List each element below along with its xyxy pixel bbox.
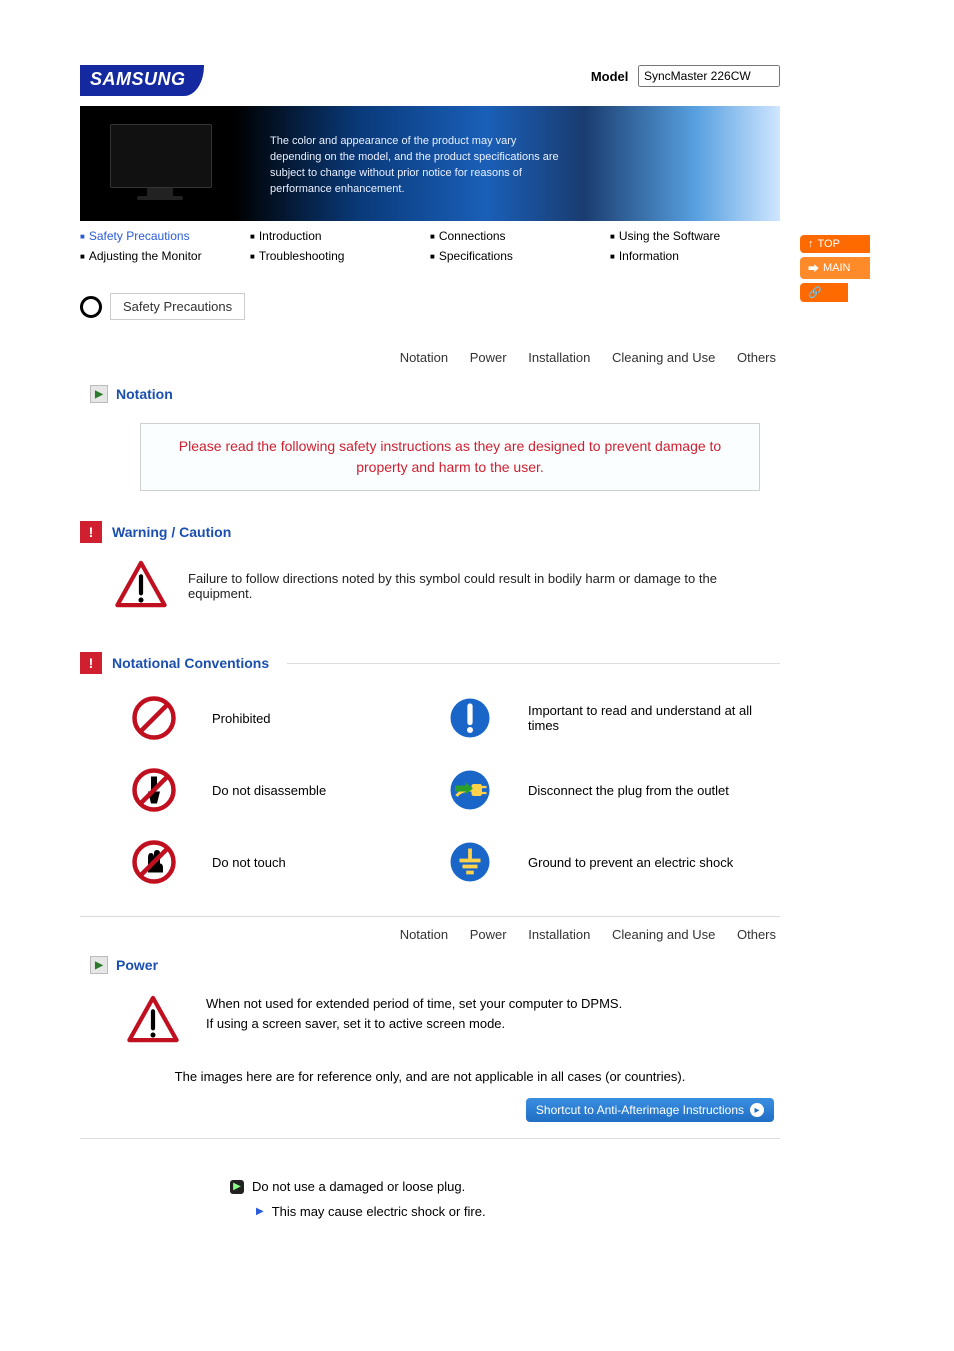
subnav-installation[interactable]: Installation bbox=[528, 927, 590, 942]
subnav-others[interactable]: Others bbox=[737, 350, 776, 365]
bookmark-icon: 🔗 bbox=[808, 286, 822, 299]
nav-label: Safety Precautions bbox=[89, 229, 190, 243]
warning-text: Failure to follow directions noted by th… bbox=[188, 571, 780, 601]
hero-text: The color and appearance of the product … bbox=[270, 134, 570, 198]
arrow-up-icon bbox=[808, 238, 814, 250]
subnav-top: Notation Power Installation Cleaning and… bbox=[80, 350, 780, 365]
unplug-icon bbox=[430, 766, 510, 814]
bullet-icon: ▶ bbox=[230, 1180, 244, 1194]
nav-troubleshooting[interactable]: ■Troubleshooting bbox=[250, 249, 430, 263]
subnav-cleaning-use[interactable]: Cleaning and Use bbox=[612, 927, 715, 942]
power-intro-text: When not used for extended period of tim… bbox=[206, 994, 622, 1033]
important-icon bbox=[430, 694, 510, 742]
conventions-grid: Prohibited Important to read and underst… bbox=[114, 694, 780, 886]
subheading-warning: ! Warning / Caution bbox=[80, 521, 780, 543]
nav-label: Adjusting the Monitor bbox=[89, 249, 202, 263]
heading-notation: ▶ Notation bbox=[90, 385, 780, 403]
side-tab-label: TOP bbox=[818, 238, 840, 250]
main-nav: ■Safety Precautions ■Introduction ■Conne… bbox=[80, 221, 780, 273]
convention-label: Do not touch bbox=[212, 855, 412, 870]
nav-using-software[interactable]: ■Using the Software bbox=[610, 229, 780, 243]
divider bbox=[287, 663, 780, 664]
section-chip: Safety Precautions bbox=[80, 293, 780, 320]
side-tab-label: MAIN bbox=[823, 262, 851, 274]
convention-label: Ground to prevent an electric shock bbox=[528, 855, 780, 870]
disassemble-icon bbox=[114, 766, 194, 814]
subnav-power[interactable]: Power bbox=[470, 350, 507, 365]
power-intro-row: When not used for extended period of tim… bbox=[126, 994, 780, 1049]
convention-label: Disconnect the plug from the outlet bbox=[528, 783, 780, 798]
warning-row: Failure to follow directions noted by th… bbox=[114, 559, 780, 612]
reference-note: The images here are for reference only, … bbox=[80, 1069, 780, 1084]
heading-power: ▶ Power bbox=[90, 956, 780, 974]
subnav-cleaning-use[interactable]: Cleaning and Use bbox=[612, 350, 715, 365]
subnav-notation[interactable]: Notation bbox=[400, 350, 448, 365]
nav-label: Information bbox=[619, 249, 679, 263]
model-input[interactable] bbox=[638, 65, 780, 87]
subnav-notation[interactable]: Notation bbox=[400, 927, 448, 942]
nav-introduction[interactable]: ■Introduction bbox=[250, 229, 430, 243]
convention-label: Prohibited bbox=[212, 711, 412, 726]
brand-logo: SAMSUNG bbox=[80, 65, 204, 96]
shortcut-label: Shortcut to Anti-Afterimage Instructions bbox=[536, 1103, 744, 1117]
side-tab-main[interactable]: MAIN bbox=[800, 257, 870, 279]
subheading-conventions: ! Notational Conventions bbox=[80, 652, 780, 674]
exclamation-icon: ! bbox=[80, 521, 102, 543]
nav-safety-precautions[interactable]: ■Safety Precautions bbox=[80, 229, 250, 243]
subnav-power[interactable]: Power bbox=[470, 927, 507, 942]
warning-triangle-icon bbox=[114, 559, 168, 612]
power-tip-block: ▶ Do not use a damaged or loose plug. ▶ … bbox=[230, 1179, 780, 1219]
nav-information[interactable]: ■Information bbox=[610, 249, 780, 263]
anti-afterimage-shortcut[interactable]: Shortcut to Anti-Afterimage Instructions… bbox=[526, 1098, 774, 1122]
play-icon: ▶ bbox=[90, 956, 108, 974]
exclamation-icon: ! bbox=[80, 652, 102, 674]
arrow-right-icon bbox=[808, 260, 819, 276]
safety-banner: Please read the following safety instruc… bbox=[140, 423, 760, 491]
tip-subtext: This may cause electric shock or fire. bbox=[272, 1204, 486, 1219]
subheading-text: Warning / Caution bbox=[112, 524, 231, 540]
play-icon: ▶ bbox=[90, 385, 108, 403]
nav-label: Using the Software bbox=[619, 229, 720, 243]
nav-specifications[interactable]: ■Specifications bbox=[430, 249, 610, 263]
prohibited-icon bbox=[114, 694, 194, 742]
heading-text: Notation bbox=[116, 386, 173, 402]
subnav-bottom: Notation Power Installation Cleaning and… bbox=[80, 927, 780, 942]
convention-label: Important to read and understand at all … bbox=[528, 703, 780, 733]
subheading-text: Notational Conventions bbox=[112, 655, 269, 671]
heading-text: Power bbox=[116, 957, 158, 973]
ground-icon bbox=[430, 838, 510, 886]
divider bbox=[80, 916, 780, 917]
divider bbox=[80, 1138, 780, 1139]
nav-adjusting-monitor[interactable]: ■Adjusting the Monitor bbox=[80, 249, 250, 263]
nav-label: Connections bbox=[439, 229, 506, 243]
warning-triangle-icon bbox=[126, 994, 180, 1049]
side-tab-top[interactable]: TOP bbox=[800, 235, 870, 253]
subnav-installation[interactable]: Installation bbox=[528, 350, 590, 365]
tip-text: Do not use a damaged or loose plug. bbox=[252, 1179, 465, 1194]
hero-banner: The color and appearance of the product … bbox=[80, 106, 780, 221]
model-label: Model bbox=[591, 69, 629, 84]
nav-label: Specifications bbox=[439, 249, 513, 263]
arrow-circle-icon: ▸ bbox=[750, 1103, 764, 1117]
nav-connections[interactable]: ■Connections bbox=[430, 229, 610, 243]
model-row: Model bbox=[591, 65, 780, 87]
monitor-image bbox=[110, 124, 210, 194]
notouch-icon bbox=[114, 838, 194, 886]
side-quick-tabs: TOP MAIN 🔗 bbox=[800, 235, 870, 302]
triangle-icon: ▶ bbox=[256, 1206, 264, 1217]
convention-label: Do not disassemble bbox=[212, 783, 412, 798]
section-chip-label: Safety Precautions bbox=[110, 293, 245, 320]
side-tab-bookmark[interactable]: 🔗 bbox=[800, 283, 848, 302]
nav-label: Troubleshooting bbox=[259, 249, 345, 263]
subnav-others[interactable]: Others bbox=[737, 927, 776, 942]
nav-label: Introduction bbox=[259, 229, 322, 243]
circle-icon bbox=[80, 296, 102, 318]
